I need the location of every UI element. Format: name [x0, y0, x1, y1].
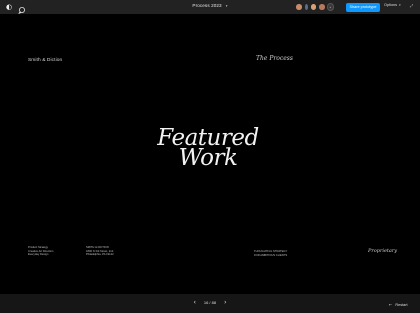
arrow-left-icon: ←	[389, 302, 393, 307]
share-prototype-button[interactable]: Share prototype	[346, 2, 380, 12]
headline-line: Work	[178, 145, 238, 171]
avatar[interactable]	[295, 3, 303, 11]
chevron-down-icon: ▾	[399, 3, 401, 7]
document-title-label: Process 2023	[192, 3, 222, 8]
collaborator-avatars[interactable]: +	[295, 2, 334, 12]
footer-line: Everyday Design	[28, 253, 49, 257]
bottom-controls: ‹ 16 / 88 › ← Restart	[0, 294, 420, 313]
footer-tagline: THOUGHTFUL STRATEGY FOR AMBITIOUS CLIENT…	[254, 250, 287, 257]
options-label: Options	[384, 3, 398, 7]
previous-slide-button[interactable]: ‹	[193, 299, 195, 306]
avatar[interactable]	[318, 3, 326, 11]
brand-name: Smith & Diction	[28, 58, 63, 63]
top-toolbar: ◐ Process 2023 ▾ + Share prototype Option…	[0, 0, 420, 15]
proprietary-tag: Proprietary	[368, 248, 398, 254]
restart-button[interactable]: ← Restart	[389, 302, 408, 307]
page-indicator: 16 / 88	[203, 300, 217, 305]
more-collaborators-badge[interactable]: +	[326, 3, 334, 11]
chevron-down-icon: ▾	[225, 4, 228, 8]
avatar[interactable]	[309, 3, 317, 11]
slide-headline: Featured Work	[150, 127, 266, 171]
expand-icon[interactable]: ⤢	[410, 3, 413, 8]
next-slide-button[interactable]: ›	[224, 299, 226, 306]
slide-pager: ‹ 16 / 88 ›	[0, 299, 420, 306]
avatar[interactable]	[303, 3, 309, 11]
options-menu-button[interactable]: Options ▾	[384, 3, 401, 7]
footer-services: Product Strategy Creative Art Direction …	[28, 246, 53, 257]
footer-address: SMITH & DICTION 1800 N 3rd Street, 2nd P…	[86, 246, 114, 257]
process-tag: The Process	[256, 55, 293, 62]
footer-line: Philadelphia, PA 19122	[86, 253, 114, 257]
footer-line: FOR AMBITIOUS CLIENTS	[254, 253, 288, 257]
restart-label: Restart	[395, 303, 408, 307]
